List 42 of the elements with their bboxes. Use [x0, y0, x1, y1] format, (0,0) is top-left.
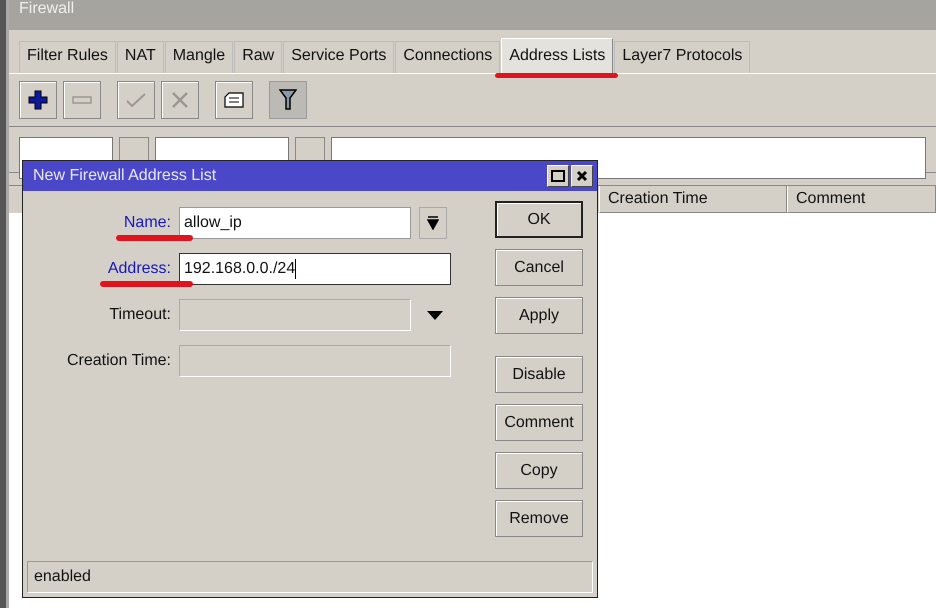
tab[interactable]: Address Lists	[501, 38, 614, 73]
close-icon	[576, 170, 588, 182]
tab[interactable]: Filter Rules	[19, 41, 116, 73]
dialog-button[interactable]: Apply	[495, 297, 583, 334]
dialog-button[interactable]: Disable	[495, 356, 583, 393]
dialog-button[interactable]: Cancel	[495, 249, 583, 286]
column-header[interactable]: Comment	[787, 186, 936, 213]
tab[interactable]: Layer7 Protocols	[614, 41, 750, 73]
dialog-button[interactable]: OK	[495, 201, 583, 238]
dialog-title: New Firewall Address List	[33, 167, 218, 185]
field-label: Timeout:	[109, 306, 171, 323]
toolbar-button[interactable]	[215, 81, 253, 119]
x-icon	[171, 91, 189, 109]
status-bar: enabled	[27, 561, 593, 593]
check-icon	[126, 92, 146, 108]
input-field[interactable]: allow_ip	[179, 207, 411, 239]
tab[interactable]: Mangle	[164, 41, 234, 73]
tab[interactable]: NAT	[116, 41, 164, 73]
column-header[interactable]: Creation Time	[599, 186, 787, 213]
note-icon	[224, 92, 244, 108]
dialog-button[interactable]: Remove	[495, 500, 583, 537]
minus-icon	[72, 96, 92, 104]
field-label: Creation Time:	[66, 352, 171, 369]
tab[interactable]: Connections	[395, 41, 500, 73]
close-button[interactable]	[571, 165, 593, 187]
filter-icon	[279, 89, 297, 111]
plus-icon	[28, 90, 48, 110]
input-field[interactable]: 192.168.0.0./24	[179, 253, 451, 285]
toolbar-button[interactable]	[269, 81, 307, 119]
maximize-button[interactable]	[547, 165, 569, 187]
field-label[interactable]: Address:	[108, 260, 171, 277]
tab[interactable]: Service Ports	[283, 41, 394, 73]
window-title: Firewall	[19, 1, 74, 17]
toolbar-button[interactable]	[19, 81, 57, 119]
maximize-icon	[551, 170, 565, 182]
dropdown-arrow-icon[interactable]	[427, 310, 443, 320]
field-label[interactable]: Name:	[124, 214, 171, 231]
tab[interactable]: Raw	[234, 41, 282, 73]
dialog-button[interactable]: Comment	[495, 404, 583, 441]
dropdown-button[interactable]	[419, 207, 447, 239]
dialog-button[interactable]: Copy	[495, 452, 583, 489]
arrow-down-icon	[427, 216, 439, 230]
